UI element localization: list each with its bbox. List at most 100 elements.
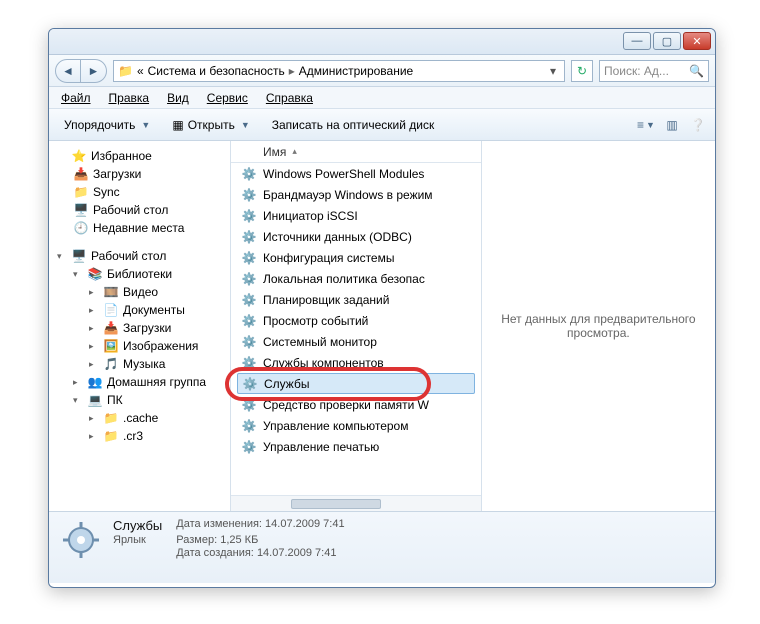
- menu-file[interactable]: Файл: [53, 88, 99, 108]
- list-item[interactable]: Брандмауэр Windows в режим: [231, 184, 481, 205]
- folder-icon: [103, 429, 119, 443]
- column-header[interactable]: Имя▴: [231, 141, 481, 163]
- list-item[interactable]: Просмотр событий: [231, 310, 481, 331]
- details-pane: Службы Дата изменения: 14.07.2009 7:41 Я…: [49, 511, 715, 583]
- search-input[interactable]: Поиск: Ад... 🔍: [599, 60, 709, 82]
- list-item[interactable]: Службы компонентов: [231, 352, 481, 373]
- preview-empty-text: Нет данных для предварительного просмотр…: [490, 312, 707, 340]
- recent-icon: [73, 221, 89, 235]
- shortcut-icon: [241, 167, 257, 181]
- list-item[interactable]: Планировщик заданий: [231, 289, 481, 310]
- downloads-icon: [103, 321, 119, 335]
- open-icon: ▦: [172, 118, 183, 132]
- address-bar[interactable]: 📁 « Система и безопасность ▸ Администрир…: [113, 60, 565, 82]
- tree-favorites[interactable]: Избранное: [49, 147, 230, 165]
- shortcut-icon: [241, 188, 257, 202]
- menu-view[interactable]: Вид: [159, 88, 197, 108]
- minimize-button[interactable]: —: [623, 32, 651, 50]
- breadcrumb[interactable]: Администрирование: [299, 64, 413, 78]
- list-item[interactable]: Управление компьютером: [231, 415, 481, 436]
- tree-homegroup[interactable]: ▸Домашняя группа: [49, 373, 230, 391]
- open-button[interactable]: ▦Открыть▼: [163, 114, 258, 136]
- chevron-down-icon: ▼: [239, 120, 250, 130]
- breadcrumb[interactable]: «: [137, 64, 144, 78]
- refresh-button[interactable]: ↻: [571, 60, 593, 82]
- breadcrumb[interactable]: Система и безопасность: [148, 64, 285, 78]
- list-item[interactable]: Управление печатью: [231, 436, 481, 457]
- file-list: Имя▴ Windows PowerShell Modules Брандмау…: [231, 141, 482, 511]
- address-dropdown[interactable]: ▾: [546, 64, 560, 78]
- tree-item[interactable]: Рабочий стол: [49, 201, 230, 219]
- menu-tools[interactable]: Сервис: [199, 88, 256, 108]
- tree-item[interactable]: ▸Изображения: [49, 337, 230, 355]
- menu-help[interactable]: Справка: [258, 88, 321, 108]
- shortcut-icon: [241, 335, 257, 349]
- desktop-icon: [73, 203, 89, 217]
- tree-item[interactable]: ▸Видео: [49, 283, 230, 301]
- shortcut-icon: [241, 356, 257, 370]
- document-icon: [103, 303, 119, 317]
- downloads-icon: [73, 167, 89, 181]
- tree-item[interactable]: Загрузки: [49, 165, 230, 183]
- title-bar: — ▢ ✕: [49, 29, 715, 55]
- library-icon: [87, 267, 103, 281]
- tree-item[interactable]: Sync: [49, 183, 230, 201]
- view-mode-button[interactable]: ≡▼: [635, 114, 657, 136]
- list-item[interactable]: Конфигурация системы: [231, 247, 481, 268]
- search-placeholder: Поиск: Ад...: [604, 64, 669, 78]
- back-button[interactable]: ◄: [55, 59, 81, 83]
- shortcut-icon: [241, 314, 257, 328]
- tree-item[interactable]: ▸Документы: [49, 301, 230, 319]
- shortcut-icon: [241, 209, 257, 223]
- help-button[interactable]: ❔: [687, 114, 709, 136]
- preview-pane-button[interactable]: ▥: [661, 114, 683, 136]
- video-icon: [103, 285, 119, 299]
- explorer-window: — ▢ ✕ ◄ ► 📁 « Система и безопасность ▸ А…: [48, 28, 716, 588]
- list-item[interactable]: Локальная политика безопас: [231, 268, 481, 289]
- chevron-right-icon: ▸: [289, 64, 295, 78]
- list-item[interactable]: Инициатор iSCSI: [231, 205, 481, 226]
- burn-button[interactable]: Записать на оптический диск: [263, 114, 444, 136]
- navigation-pane: Избранное Загрузки Sync Рабочий стол Нед…: [49, 141, 231, 511]
- desktop-icon: [71, 249, 87, 263]
- forward-button[interactable]: ►: [81, 59, 107, 83]
- list-item[interactable]: Windows PowerShell Modules: [231, 163, 481, 184]
- shortcut-icon: [241, 440, 257, 454]
- list-item[interactable]: Средство проверки памяти W: [231, 394, 481, 415]
- list-item[interactable]: Источники данных (ODBC): [231, 226, 481, 247]
- shortcut-icon: [241, 251, 257, 265]
- picture-icon: [103, 339, 119, 353]
- organize-button[interactable]: Упорядочить▼: [55, 114, 159, 136]
- maximize-button[interactable]: ▢: [653, 32, 681, 50]
- horizontal-scrollbar[interactable]: [231, 495, 481, 511]
- navigation-row: ◄ ► 📁 « Система и безопасность ▸ Админис…: [49, 55, 715, 87]
- shortcut-icon: [241, 293, 257, 307]
- tree-item[interactable]: Недавние места: [49, 219, 230, 237]
- search-icon: 🔍: [689, 64, 704, 78]
- tree-pc[interactable]: ▾ПК: [49, 391, 230, 409]
- tree-item[interactable]: ▸.cr3: [49, 427, 230, 445]
- shortcut-icon: [241, 230, 257, 244]
- close-button[interactable]: ✕: [683, 32, 711, 50]
- tree-libraries[interactable]: ▾Библиотеки: [49, 265, 230, 283]
- menu-edit[interactable]: Правка: [101, 88, 158, 108]
- homegroup-icon: [87, 375, 103, 389]
- preview-pane: Нет данных для предварительного просмотр…: [482, 141, 715, 511]
- details-label: Размер: 1,25 КБ: [176, 534, 344, 546]
- list-item-selected[interactable]: Службы: [237, 373, 475, 394]
- details-name: Службы: [113, 518, 162, 533]
- star-icon: [71, 149, 87, 163]
- folder-icon: 📁: [118, 64, 133, 78]
- details-label: Дата изменения: 14.07.2009 7:41: [176, 518, 344, 533]
- tree-item[interactable]: ▸Загрузки: [49, 319, 230, 337]
- tree-item[interactable]: ▸.cache: [49, 409, 230, 427]
- computer-icon: [87, 393, 103, 407]
- tree-desktop[interactable]: ▾Рабочий стол: [49, 247, 230, 265]
- command-bar: Упорядочить▼ ▦Открыть▼ Записать на оптич…: [49, 109, 715, 141]
- details-label: Дата создания: 14.07.2009 7:41: [176, 547, 344, 559]
- music-icon: [103, 357, 119, 371]
- tree-item[interactable]: ▸Музыка: [49, 355, 230, 373]
- shortcut-icon: [241, 272, 257, 286]
- shortcut-icon: [242, 377, 258, 391]
- list-item[interactable]: Системный монитор: [231, 331, 481, 352]
